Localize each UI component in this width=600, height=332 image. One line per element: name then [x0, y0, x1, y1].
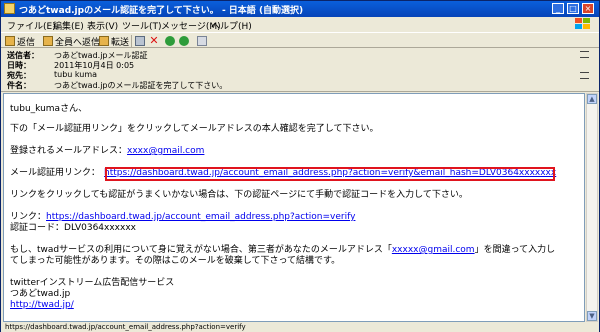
reply-all-button[interactable]: 全員へ返信 [43, 35, 101, 48]
address-book-button[interactable] [197, 35, 209, 47]
intro-text: 下の「メール認証用リンク」をクリックしてメールアドレスの本人確認を完了して下さい… [10, 124, 379, 134]
menu-help[interactable]: ヘルプ(H) [211, 19, 252, 32]
fail-note: リンクをクリックしても認証がうまくいかない場合は、下の認証ページにて手動で認証コ… [10, 190, 468, 200]
header-expand-icon[interactable] [580, 72, 589, 79]
warning-line-2: てしまった可能性があります。その際はこのメールを破棄して下さって結構です。 [10, 256, 341, 266]
code-label: 認証コード： [10, 223, 65, 233]
auth-link-highlight [105, 167, 555, 181]
signature-line-1: twitterインストリーム広告配信サービス [10, 278, 175, 288]
toolbar: 返信 全員へ返信 転送 ✕ [1, 32, 599, 48]
previous-button[interactable] [165, 35, 177, 47]
signature-line-2: つあどtwad.jp [10, 289, 71, 299]
windows-logo-icon [575, 18, 593, 31]
delete-button[interactable]: ✕ [149, 35, 161, 47]
message-body: tubu_kumaさん、 下の「メール認証用リンク」をクリックしてメールアドレス… [3, 93, 585, 322]
toolbar-separator [131, 35, 132, 47]
address-book-icon [197, 36, 207, 46]
next-button[interactable] [179, 35, 191, 47]
mail-window: つあどtwad.jpのメール認証を完了して下さい。 - 日本語 (自動選択) _… [0, 0, 600, 332]
warning-email-link[interactable]: xxxxx@gmail.com [392, 245, 475, 255]
auth-link-label: メール認証用リンク： [10, 168, 101, 178]
delete-x-icon: ✕ [149, 34, 159, 47]
registered-email-link[interactable]: xxxx@gmail.com [127, 146, 204, 156]
menu-edit[interactable]: 編集(E) [53, 19, 84, 32]
arrow-down-icon [179, 36, 189, 46]
forward-button[interactable]: 転送 [99, 35, 130, 48]
minimize-button[interactable]: _ [552, 3, 564, 14]
menu-bar: ファイル(E) 編集(E) 表示(V) ツール(T) メッセージ(M) ヘルプ(… [1, 17, 599, 32]
close-button[interactable]: × [582, 3, 594, 14]
scroll-up-icon[interactable]: ▲ [587, 94, 597, 104]
warning-text-2: 」を間違って入力し [474, 245, 556, 255]
registered-email-line: 登録されるメールアドレス：xxxx@gmail.com [10, 146, 204, 157]
menu-tools[interactable]: ツール(T) [122, 19, 162, 32]
subject-label: 件名： [7, 81, 31, 90]
manual-auth-link[interactable]: https://dashboard.twad.jp/account_email_… [46, 212, 355, 222]
menu-file[interactable]: ファイル(E) [7, 19, 56, 32]
signature-link[interactable]: http://twad.jp/ [10, 300, 74, 311]
title-bar: つあどtwad.jpのメール認証を完了して下さい。 - 日本語 (自動選択) _… [1, 1, 599, 17]
print-icon [135, 36, 145, 46]
manual-link-line: リンク：https://dashboard.twad.jp/account_em… [10, 212, 355, 223]
warning-line-1: もし、twadサービスの利用について身に覚えがない場合、第三者があなたのメールア… [10, 245, 555, 256]
greeting: tubu_kumaさん、 [10, 104, 88, 114]
header-expand-icon[interactable] [580, 51, 589, 58]
code-value: DLV0364xxxxxx [64, 223, 136, 233]
warning-text-1: もし、twadサービスの利用について身に覚えがない場合、第三者があなたのメールア… [10, 245, 392, 255]
window-title: つあどtwad.jpのメール認証を完了して下さい。 - 日本語 (自動選択) [19, 6, 304, 16]
forward-icon [99, 36, 109, 46]
code-line: 認証コード：DLV0364xxxxxx [10, 223, 136, 234]
envelope-icon [4, 3, 15, 14]
print-button[interactable] [135, 35, 147, 47]
reply-all-icon [43, 36, 53, 46]
vertical-scrollbar[interactable]: ▲ ▼ [586, 93, 598, 322]
maximize-button[interactable]: □ [567, 3, 579, 14]
reply-icon [5, 36, 15, 46]
manual-link-label: リンク： [10, 212, 47, 222]
registered-email-label: 登録されるメールアドレス： [10, 146, 128, 156]
scroll-down-icon[interactable]: ▼ [587, 311, 597, 321]
subject-value: つあどtwad.jpのメール認証を完了して下さい。 [54, 81, 228, 90]
reply-button[interactable]: 返信 [5, 35, 36, 48]
arrow-up-icon [165, 36, 175, 46]
message-header: 送信者： つあどtwad.jpメール認証 日時： 2011年10月4日 0:05… [1, 48, 599, 92]
reply-label: 返信 [17, 37, 36, 48]
reply-all-label: 全員へ返信 [55, 37, 101, 48]
menu-view[interactable]: 表示(V) [87, 19, 118, 32]
forward-label: 転送 [111, 37, 130, 48]
status-bar: https://dashboard.twad.jp/account_email_… [1, 322, 599, 332]
to-value: tubu kuma [54, 70, 98, 79]
